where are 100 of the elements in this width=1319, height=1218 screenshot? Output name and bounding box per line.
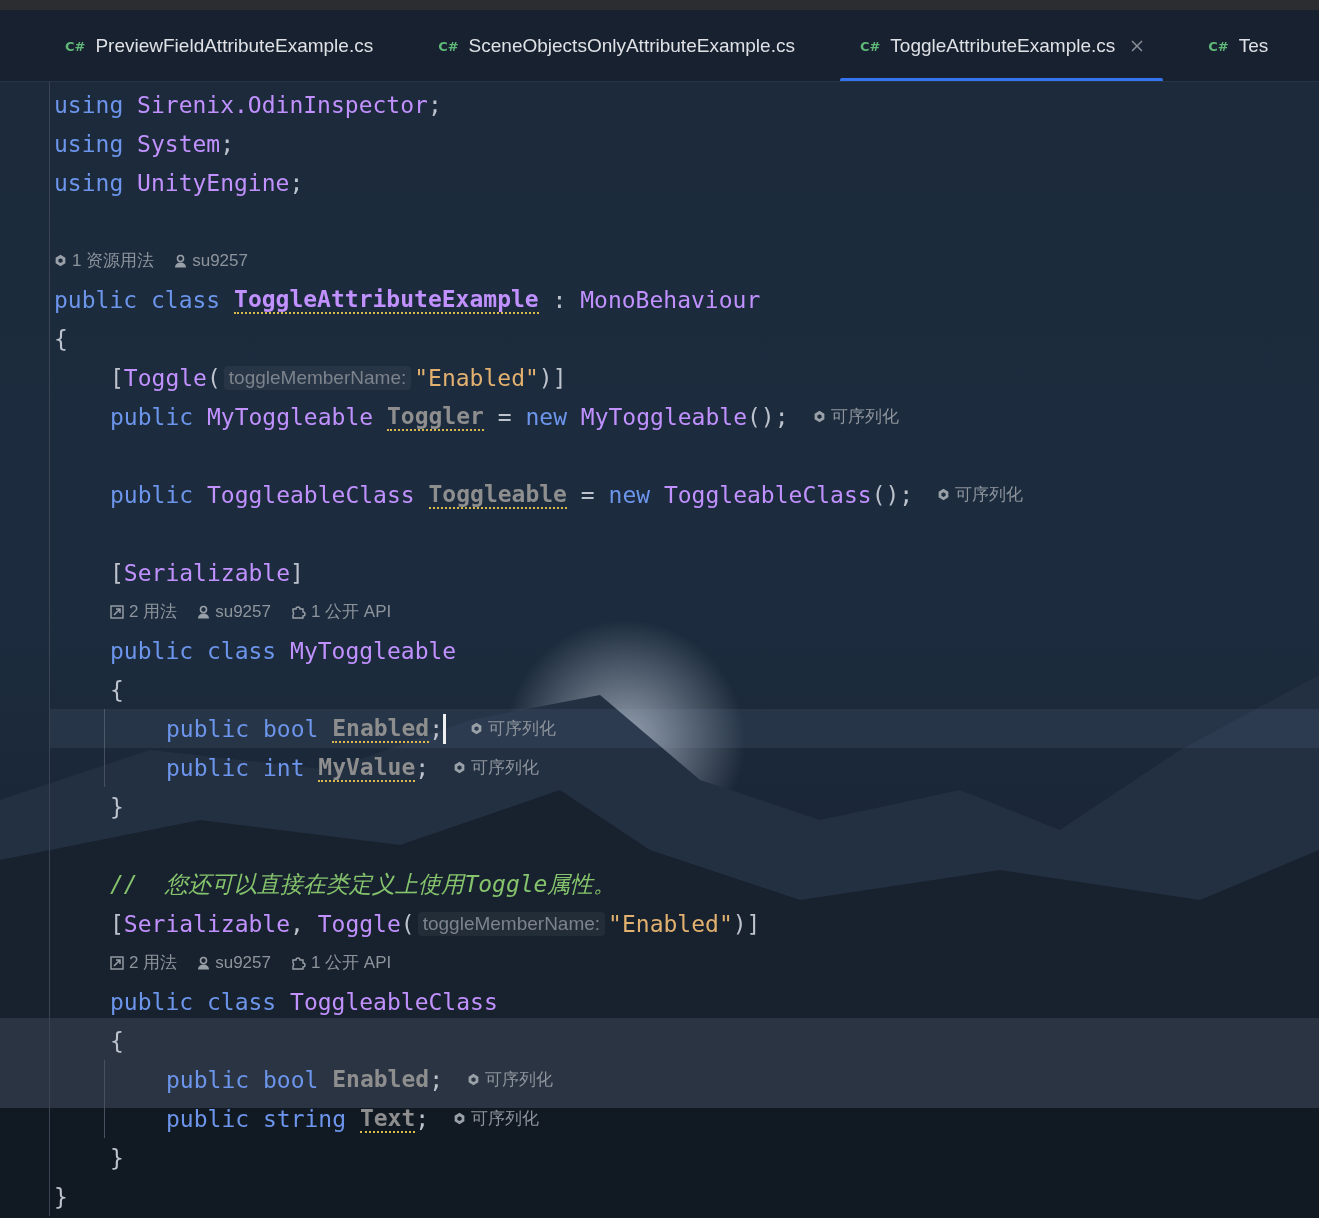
type-name: Toggle bbox=[123, 364, 207, 391]
type-name: Sirenix.OdinInspector bbox=[137, 91, 428, 118]
user-icon bbox=[197, 604, 211, 619]
unity-icon bbox=[467, 1073, 480, 1086]
keyword: public bbox=[110, 403, 195, 430]
punctuation: } bbox=[110, 793, 124, 820]
keyword: public bbox=[166, 1066, 251, 1093]
serializable-hint: 可序列化 bbox=[955, 484, 1024, 506]
arrow-box-icon bbox=[110, 604, 124, 619]
keyword: public bbox=[54, 286, 139, 313]
type-name: System bbox=[137, 130, 221, 157]
punctuation: } bbox=[54, 1183, 68, 1210]
type-name: ToggleableClass bbox=[206, 481, 416, 508]
serializable-hint: 可序列化 bbox=[471, 757, 540, 779]
type-name: ToggleableClass bbox=[663, 481, 872, 508]
code-vision-hint[interactable]: 1 资源用法 bbox=[72, 249, 155, 272]
punctuation: )] bbox=[732, 910, 761, 937]
code-vision-hint[interactable]: 1 公开 API bbox=[310, 951, 392, 974]
file-tab[interactable]: C# ToggleAttributeExample.cs bbox=[859, 10, 1144, 81]
punctuation: ; bbox=[220, 130, 235, 157]
punctuation: : bbox=[551, 286, 568, 313]
code-vision-hint[interactable]: su9257 bbox=[192, 250, 248, 271]
arrow-box-icon bbox=[110, 955, 124, 970]
field-name: MyValue bbox=[318, 753, 416, 782]
code-vision-hint[interactable]: su9257 bbox=[215, 601, 271, 622]
type-name: MyToggleable bbox=[206, 403, 375, 430]
parameter-name-hint: toggleMemberName: bbox=[223, 365, 412, 390]
code-vision-hint[interactable]: 1 公开 API bbox=[310, 600, 392, 623]
keyword: bool bbox=[262, 715, 320, 742]
type-name: Toggle bbox=[317, 910, 401, 937]
type-name: Serializable bbox=[123, 559, 291, 586]
keyword: class bbox=[206, 637, 278, 664]
keyword: using bbox=[54, 169, 125, 196]
punctuation: = bbox=[579, 481, 596, 508]
field-name: Toggler bbox=[386, 402, 484, 431]
punctuation: , bbox=[290, 910, 305, 937]
punctuation: [ bbox=[110, 559, 124, 586]
keyword: public bbox=[110, 481, 195, 508]
serializable-hint: 可序列化 bbox=[471, 1108, 540, 1130]
keyword: string bbox=[262, 1105, 348, 1132]
keyword: public bbox=[166, 1105, 251, 1132]
keyword: new bbox=[525, 403, 568, 430]
code-vision-hint[interactable]: su9257 bbox=[215, 952, 271, 973]
type-name: Serializable bbox=[123, 910, 291, 937]
type-name: MyToggleable bbox=[290, 637, 457, 664]
punctuation: (); bbox=[747, 403, 789, 430]
punctuation: ; bbox=[427, 91, 442, 118]
punctuation: ; bbox=[429, 1066, 443, 1093]
puzzle-icon bbox=[290, 955, 306, 970]
keyword: new bbox=[608, 481, 652, 508]
serializable-hint: 可序列化 bbox=[488, 718, 556, 740]
serializable-hint: 可序列化 bbox=[485, 1069, 553, 1091]
punctuation: } bbox=[110, 1144, 124, 1171]
punctuation: [ bbox=[110, 910, 124, 937]
type-name: UnityEngine bbox=[137, 169, 290, 196]
type-name: MonoBehaviour bbox=[580, 286, 761, 313]
punctuation: [ bbox=[110, 364, 124, 391]
keyword: public bbox=[110, 637, 195, 664]
class-name: ToggleAttributeExample bbox=[234, 285, 539, 314]
close-icon[interactable] bbox=[1131, 40, 1144, 52]
keyword: using bbox=[54, 91, 125, 118]
keyword: public bbox=[166, 715, 251, 742]
punctuation: = bbox=[496, 403, 513, 430]
code-comment: // 您还可以直接在类定义上使用Toggle属性。 bbox=[110, 870, 617, 899]
text-cursor bbox=[443, 713, 446, 744]
keyword: bool bbox=[262, 1066, 320, 1093]
unity-icon bbox=[812, 410, 826, 423]
field-name: Enabled bbox=[332, 714, 430, 743]
punctuation: ( bbox=[400, 910, 415, 937]
keyword: public bbox=[166, 754, 251, 781]
type-name: ToggleableClass bbox=[290, 988, 498, 1015]
user-icon bbox=[197, 955, 211, 970]
unity-icon bbox=[54, 254, 67, 267]
file-tab[interactable]: C# PreviewFieldAttributeExample.cs bbox=[65, 10, 374, 81]
keyword: using bbox=[54, 130, 125, 157]
punctuation: ; bbox=[415, 1105, 430, 1132]
code-vision-hint[interactable]: 2 用法 bbox=[129, 951, 178, 974]
file-tab[interactable]: C# Tes bbox=[1208, 10, 1269, 81]
keyword: class bbox=[206, 988, 278, 1015]
user-icon bbox=[174, 253, 188, 268]
field-name: Text bbox=[359, 1104, 416, 1133]
parameter-name-hint: toggleMemberName: bbox=[417, 911, 606, 936]
punctuation: (); bbox=[871, 481, 914, 508]
string-literal: "Enabled" bbox=[414, 364, 539, 391]
punctuation: ( bbox=[206, 364, 221, 391]
punctuation: ; bbox=[415, 754, 430, 781]
file-tab[interactable]: C# SceneObjectsOnlyAttributeExample.cs bbox=[438, 10, 795, 81]
punctuation: ; bbox=[429, 715, 443, 742]
type-name: MyToggleable bbox=[580, 403, 747, 430]
code-vision-hint[interactable]: 2 用法 bbox=[129, 600, 178, 623]
keyword: public bbox=[110, 988, 195, 1015]
unity-icon bbox=[937, 488, 951, 501]
unity-icon bbox=[470, 722, 483, 735]
keyword: class bbox=[150, 286, 222, 313]
punctuation: ] bbox=[290, 559, 304, 586]
punctuation: { bbox=[110, 1027, 124, 1054]
unity-icon bbox=[453, 1112, 467, 1125]
keyword: int bbox=[262, 754, 306, 781]
punctuation: { bbox=[110, 676, 124, 703]
unity-icon bbox=[453, 761, 467, 774]
